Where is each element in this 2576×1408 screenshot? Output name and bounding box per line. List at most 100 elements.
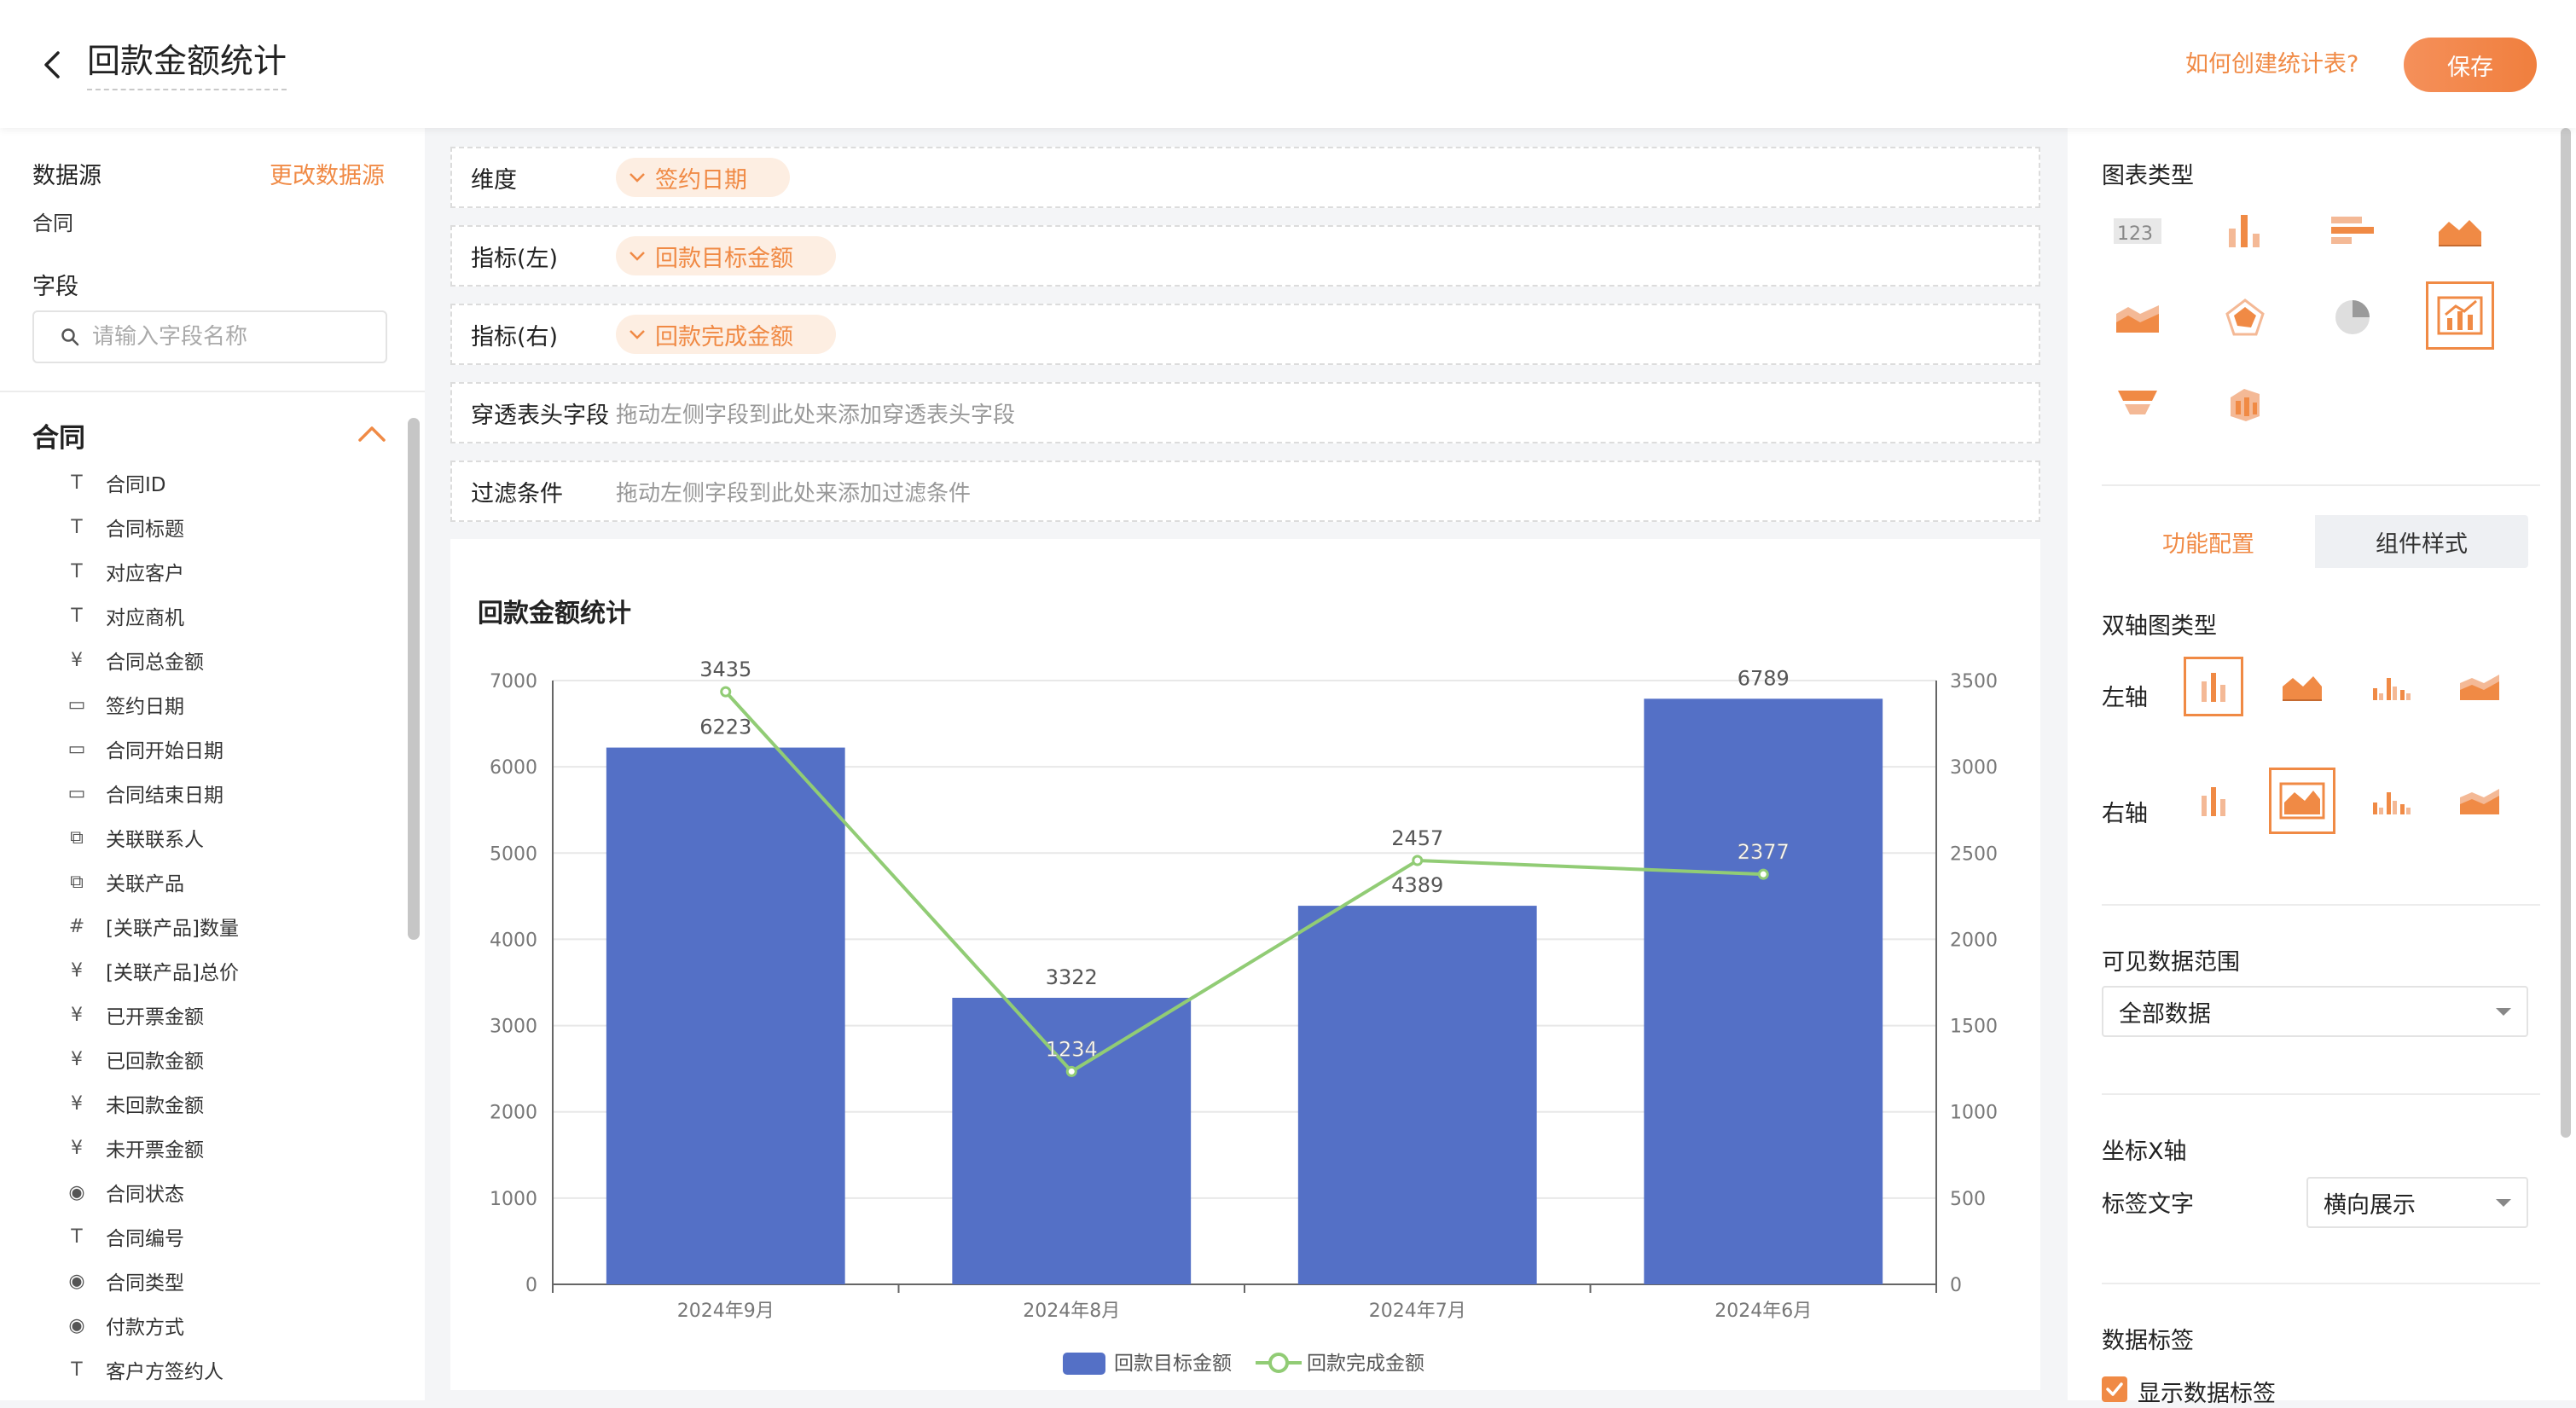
area-chart-icon[interactable] [2431, 201, 2489, 259]
horizontal-bar-icon[interactable] [2324, 201, 2382, 259]
right-axis-area-icon[interactable] [2269, 768, 2335, 834]
change-datasource-link[interactable]: 更改数据源 [270, 157, 385, 190]
right-axis-stacked-area-icon[interactable] [2450, 771, 2509, 831]
help-link[interactable]: 如何创建统计表? [2185, 48, 2358, 82]
left-axis-area-icon[interactable] [2272, 657, 2332, 716]
left-axis-bar-icon[interactable] [2184, 657, 2243, 716]
save-button[interactable]: 保存 [2404, 38, 2537, 92]
field-item[interactable]: T 合同ID [0, 461, 401, 505]
y-left-tick-label: 4000 [490, 930, 537, 951]
field-item[interactable]: ¥ 已开票金额 [0, 993, 401, 1037]
field-item[interactable]: ¥ 合同总金额 [0, 638, 401, 682]
field-search-box [32, 310, 387, 363]
tab-component-style[interactable]: 组件样式 [2315, 515, 2528, 568]
dimension-row[interactable]: 维度 签约日期 [450, 147, 2040, 208]
right-axis-grouped-bar-icon[interactable] [2361, 771, 2421, 831]
dimension-chip[interactable]: 签约日期 [616, 158, 790, 197]
stacked-area-icon[interactable] [2109, 288, 2167, 346]
y-right-tick-label: 3000 [1950, 757, 1998, 779]
search-icon [61, 328, 79, 346]
field-item[interactable]: ▭ 签约日期 [0, 682, 401, 727]
bar [1297, 906, 1537, 1284]
drill-row[interactable]: 穿透表头字段 拖动左侧字段到此处来添加穿透表头字段 [450, 382, 2040, 443]
metric-right-value: 回款完成金额 [655, 323, 793, 351]
field-type-icon: T [71, 1359, 83, 1381]
field-item[interactable]: T 合同标题 [0, 505, 401, 549]
field-label: 合同总金额 [106, 652, 204, 674]
field-group-title[interactable]: 合同 [32, 416, 85, 455]
field-item[interactable]: T 客户方签约人 [0, 1347, 401, 1392]
field-item[interactable]: ¥ [关联产品]总价 [0, 948, 401, 993]
dual-axis-chart: 0 1000 2000 3000 4000 5000 6000 7000 0 500 1000 150… [490, 658, 1998, 1375]
dual-axis-chart-icon[interactable] [2426, 281, 2494, 350]
filter-label: 过滤条件 [471, 480, 563, 507]
line-data-label: 2457 [1391, 826, 1443, 850]
line-point [1757, 868, 1769, 880]
field-item[interactable]: ¥ 未开票金额 [0, 1126, 401, 1170]
field-item[interactable]: ▭ 合同结束日期 [0, 771, 401, 815]
settings-panel-scrollbar[interactable] [2561, 128, 2571, 1138]
dimension-value: 签约日期 [655, 166, 747, 194]
line-series [724, 690, 1764, 1074]
x-tick-label: 2024年6月 [1714, 1301, 1812, 1322]
line-point [1412, 855, 1424, 866]
field-type-icon: T [71, 1225, 83, 1248]
field-item[interactable]: ⧉ 关联产品 [0, 860, 401, 904]
field-label: 已开票金额 [106, 1006, 204, 1028]
tick-text-select[interactable]: 横向展示 [2306, 1177, 2528, 1228]
bar-data-label: 3322 [1046, 965, 1098, 989]
field-list-scrollbar[interactable] [408, 418, 420, 940]
field-type-icon: ¥ [71, 1137, 83, 1159]
visible-range-select[interactable]: 全部数据 [2102, 986, 2528, 1037]
field-item[interactable]: ◉ 付款方式 [0, 1303, 401, 1347]
tab-function-config[interactable]: 功能配置 [2102, 515, 2315, 568]
left-axis-grouped-bar-icon[interactable] [2361, 657, 2421, 716]
field-item[interactable]: T 对应商机 [0, 594, 401, 638]
field-label: [关联产品]数量 [106, 918, 239, 940]
caret-down-icon [2496, 1199, 2511, 1207]
fields-label: 字段 [32, 274, 78, 300]
chevron-up-icon[interactable] [357, 423, 387, 443]
field-search-input[interactable] [90, 323, 384, 351]
field-item[interactable]: ▭ 合同开始日期 [0, 727, 401, 771]
field-item[interactable]: ¥ 未回款金额 [0, 1081, 401, 1126]
number-card-icon[interactable]: 123 [2109, 201, 2167, 259]
field-item[interactable]: ¥ 已回款金额 [0, 1037, 401, 1081]
filter-hint: 拖动左侧字段到此处来添加过滤条件 [616, 480, 972, 507]
left-axis-stacked-area-icon[interactable] [2450, 657, 2509, 716]
field-type-icon: ◉ [68, 1314, 85, 1336]
field-item[interactable]: # [关联产品]数量 [0, 904, 401, 948]
funnel-chart-icon[interactable] [2109, 375, 2167, 433]
right-axis-bar-icon[interactable] [2184, 771, 2243, 831]
field-item[interactable]: ◉ 合同类型 [0, 1259, 401, 1303]
back-arrow-icon[interactable] [36, 48, 70, 82]
filter-row[interactable]: 过滤条件 拖动左侧字段到此处来添加过滤条件 [450, 461, 2040, 522]
field-item[interactable]: ⧉ 关联联系人 [0, 815, 401, 860]
metric-right-row[interactable]: 指标(右) 回款完成金额 [450, 304, 2040, 365]
svg-text:123: 123 [2117, 223, 2153, 245]
field-type-icon: ¥ [71, 1004, 83, 1026]
field-type-icon: ▭ [67, 693, 86, 716]
field-type-icon: ¥ [71, 1092, 83, 1115]
map-chart-icon[interactable] [2216, 375, 2274, 433]
field-type-icon: ▭ [67, 738, 86, 760]
field-label: 合同结束日期 [106, 785, 223, 807]
pie-chart-icon[interactable] [2324, 288, 2382, 346]
metric-left-chip[interactable]: 回款目标金额 [616, 236, 836, 275]
legend-bar-swatch [1063, 1353, 1105, 1375]
bar-data-label: 6789 [1738, 666, 1790, 690]
line-point [720, 686, 732, 698]
radar-chart-icon[interactable] [2216, 288, 2274, 346]
field-item[interactable]: T 合同编号 [0, 1214, 401, 1259]
metric-right-chip[interactable]: 回款完成金额 [616, 315, 836, 354]
page-title[interactable]: 回款金额统计 [87, 39, 287, 90]
y-left-tick-label: 2000 [490, 1103, 537, 1124]
show-data-label-checkbox[interactable] [2102, 1376, 2127, 1402]
bar-chart-icon[interactable] [2216, 201, 2274, 259]
field-item[interactable]: T 对应客户 [0, 549, 401, 594]
metric-left-row[interactable]: 指标(左) 回款目标金额 [450, 225, 2040, 287]
legend-line-marker [1268, 1353, 1289, 1373]
y-left-tick-label: 7000 [490, 671, 537, 692]
field-item[interactable]: ◉ 合同状态 [0, 1170, 401, 1214]
y-right-tick-label: 500 [1950, 1189, 1986, 1210]
